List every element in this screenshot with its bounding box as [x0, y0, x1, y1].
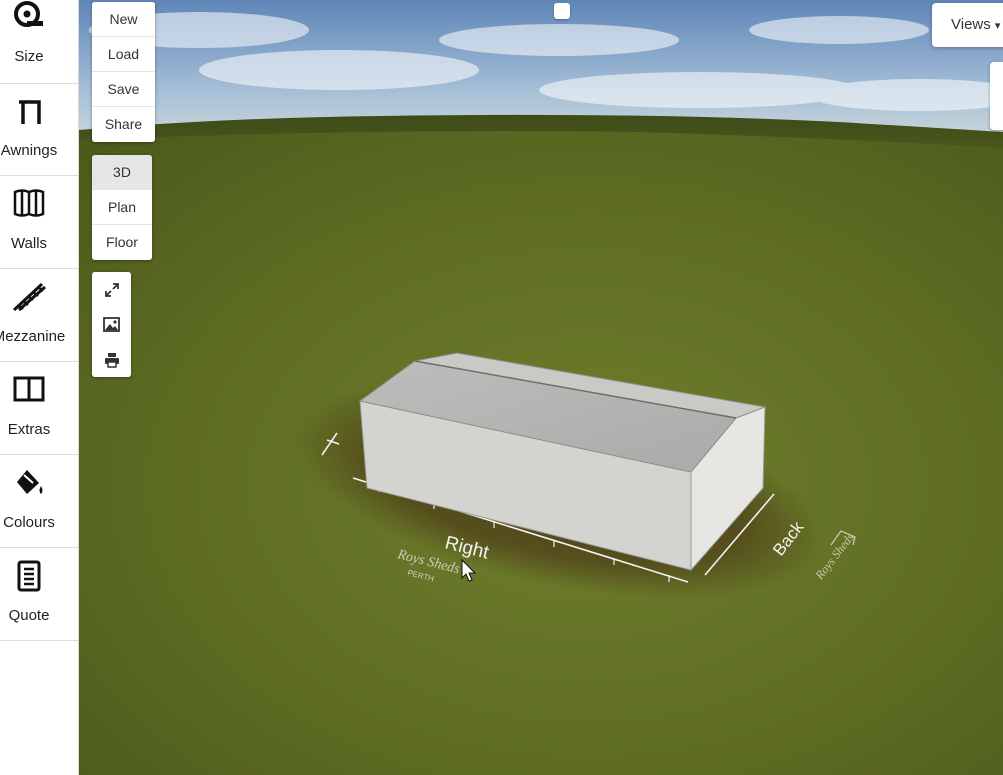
floor-view-button[interactable]: Floor	[92, 225, 152, 260]
sidebar-item-quote[interactable]: Quote	[0, 549, 78, 641]
walls-icon	[0, 189, 58, 223]
image-icon	[103, 317, 120, 332]
views-label: Views	[951, 16, 991, 33]
tool-buttons	[92, 272, 131, 377]
share-button[interactable]: Share	[92, 107, 155, 142]
sidebar-item-extras[interactable]: Extras	[0, 363, 78, 455]
paint-bucket-icon	[0, 468, 58, 502]
quote-document-icon	[0, 560, 58, 594]
views-dropdown[interactable]: Views ▾	[932, 3, 1003, 47]
sidebar-item-label: Mezzanine	[0, 328, 66, 345]
fullscreen-button[interactable]	[92, 272, 131, 307]
expand-icon	[104, 282, 119, 297]
sidebar-item-label: Extras	[7, 421, 51, 438]
sidebar-item-label: Quote	[8, 607, 50, 624]
stairs-icon	[0, 280, 58, 314]
sidebar-item-label: Awnings	[0, 142, 58, 159]
print-icon	[104, 352, 119, 368]
awning-icon	[0, 98, 58, 132]
plan-view-button[interactable]: Plan	[92, 190, 152, 225]
scene-canvas[interactable]: Right Back Roys Sheds PERTH Roys Sheds	[79, 0, 1003, 775]
left-sidebar: Size Awnings Walls ezzanine Extras Colou…	[0, 0, 79, 775]
tape-measure-icon	[0, 0, 58, 34]
3d-view-button[interactable]: 3D	[92, 155, 152, 190]
snapshot-button[interactable]	[92, 307, 131, 342]
sidebar-item-colours[interactable]: Colours	[0, 456, 78, 548]
load-button[interactable]: Load	[92, 37, 155, 72]
new-button[interactable]: New	[92, 2, 155, 37]
right-panel-tab[interactable]	[990, 62, 1003, 130]
sidebar-item-label: Walls	[10, 235, 48, 252]
file-menu: New Load Save Share	[92, 2, 155, 142]
extras-icon	[0, 376, 58, 410]
sidebar-item-label: Colours	[3, 514, 55, 531]
3d-viewport[interactable]: Right Back Roys Sheds PERTH Roys Sheds	[79, 0, 1003, 775]
print-button[interactable]	[92, 342, 131, 377]
camera-handle[interactable]	[554, 3, 570, 19]
sidebar-item-walls[interactable]: Walls	[0, 177, 78, 269]
sidebar-item-awnings[interactable]: Awnings	[0, 84, 78, 176]
sidebar-item-label: Size	[14, 48, 44, 65]
save-button[interactable]: Save	[92, 72, 155, 107]
sidebar-item-mezzanine[interactable]: Mezzanine	[0, 270, 78, 362]
chevron-down-icon: ▾	[994, 20, 1001, 32]
sidebar-item-size[interactable]: Size	[0, 0, 78, 84]
view-mode-group: 3D Plan Floor	[92, 155, 152, 260]
